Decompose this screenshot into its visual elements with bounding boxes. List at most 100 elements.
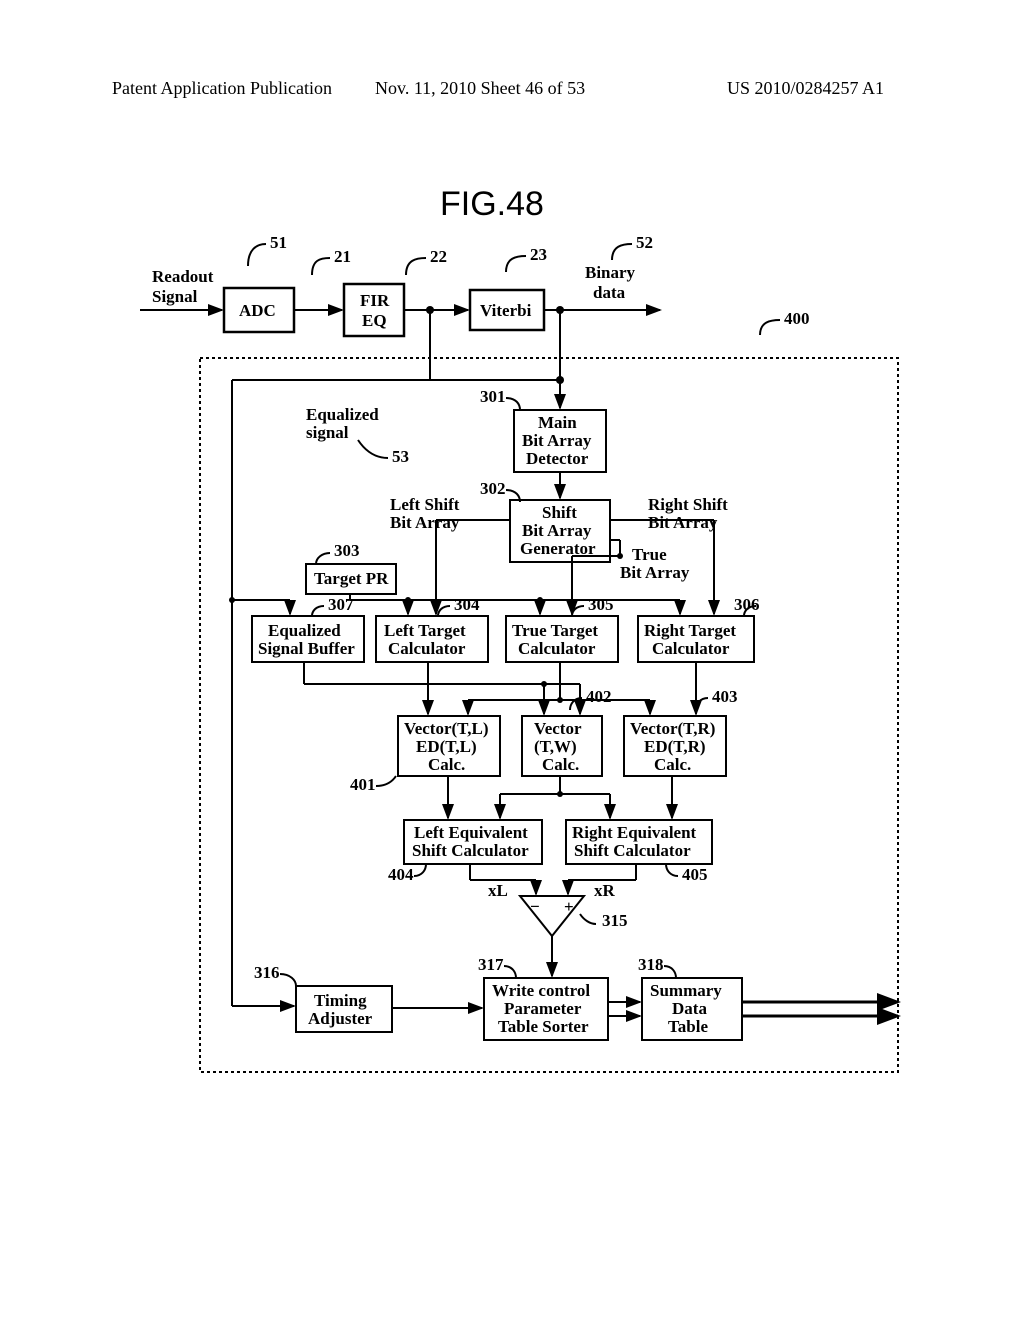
- viterbi-text: Viterbi: [480, 301, 532, 320]
- ref-318: 318: [638, 955, 664, 974]
- ref-53: 53: [392, 447, 409, 466]
- b401-l2: ED(T,L): [416, 737, 477, 756]
- ref52-leader: [612, 244, 632, 260]
- diagram-svg: Readout Signal ADC FIR EQ Viterbi Binary…: [0, 0, 1024, 1320]
- b317-l1: Write control: [492, 981, 590, 1000]
- b318-l2: Data: [672, 999, 707, 1018]
- ref-316: 316: [254, 963, 280, 982]
- ref-51: 51: [270, 233, 287, 252]
- adc-text: ADC: [239, 301, 276, 320]
- ref-306: 306: [734, 595, 760, 614]
- b404-l1: Left Equivalent: [414, 823, 528, 842]
- b301-l2: Bit Array: [522, 431, 592, 450]
- b403-l2: ED(T,R): [644, 737, 706, 756]
- binary-l2: data: [593, 283, 626, 302]
- b401-l3: Calc.: [428, 755, 465, 774]
- b404-l2: Shift Calculator: [412, 841, 529, 860]
- b401-l1: Vector(T,L): [404, 719, 489, 738]
- ref-303: 303: [334, 541, 360, 560]
- true-l2: Bit Array: [620, 563, 690, 582]
- ref-404: 404: [388, 865, 414, 884]
- b317-l3: Table Sorter: [498, 1017, 589, 1036]
- b403-l1: Vector(T,R): [630, 719, 715, 738]
- eq-sig-l2: signal: [306, 423, 349, 442]
- fir-l2: EQ: [362, 311, 387, 330]
- b402-l2: (T,W): [534, 737, 577, 756]
- b402-l1: Vector: [534, 719, 582, 738]
- b301-l3: Detector: [526, 449, 589, 468]
- tpr-dot1: [405, 597, 411, 603]
- ref318-leader: [664, 966, 676, 978]
- ref401-leader: [376, 776, 396, 786]
- b302-l1: Shift: [542, 503, 577, 522]
- ref-302: 302: [480, 479, 506, 498]
- ref-304: 304: [454, 595, 480, 614]
- ref-21: 21: [334, 247, 351, 266]
- b304-l2: Calculator: [388, 639, 466, 658]
- b305-l1: True Target: [512, 621, 598, 640]
- b307-l2: Signal Buffer: [258, 639, 355, 658]
- b317-l2: Parameter: [504, 999, 582, 1018]
- b301-l1: Main: [538, 413, 577, 432]
- 305-split-dot: [557, 697, 563, 703]
- lshift-l1: Left Shift: [390, 495, 460, 514]
- ref53-leader: [358, 440, 388, 458]
- b304-l1: Left Target: [384, 621, 466, 640]
- ref307-leader: [312, 606, 324, 616]
- ref400-leader: [760, 320, 780, 335]
- xR-label: xR: [594, 881, 616, 900]
- b318-l1: Summary: [650, 981, 722, 1000]
- ref-315: 315: [602, 911, 628, 930]
- ref305-leader: [572, 606, 584, 616]
- b318-l3: Table: [668, 1017, 708, 1036]
- eqbus-dot: [229, 597, 235, 603]
- ref301-leader: [506, 398, 520, 410]
- b302-l2: Bit Array: [522, 521, 592, 540]
- readout-signal-label-1: Readout: [152, 267, 214, 286]
- ref-405: 405: [682, 865, 708, 884]
- ref405-leader: [666, 864, 678, 876]
- 307-dot: [541, 681, 547, 687]
- ref-52: 52: [636, 233, 653, 252]
- fir-l1: FIR: [360, 291, 390, 310]
- ref21-leader: [312, 258, 330, 275]
- ref22-leader: [406, 258, 426, 275]
- b305-l2: Calculator: [518, 639, 596, 658]
- binary-l1: Binary: [585, 263, 636, 282]
- b306-l1: Right Target: [644, 621, 736, 640]
- ref-401: 401: [350, 775, 376, 794]
- readout-signal-label-2: Signal: [152, 287, 198, 306]
- lshift-l2: Bit Array: [390, 513, 460, 532]
- ref-22: 22: [430, 247, 447, 266]
- ref315-leader: [580, 914, 596, 924]
- rshift-l1: Right Shift: [648, 495, 728, 514]
- ref404-leader: [414, 864, 426, 876]
- ref-403: 403: [712, 687, 738, 706]
- ref-402: 402: [586, 687, 612, 706]
- b303-t: Target PR: [314, 569, 389, 588]
- ref303-leader: [316, 553, 330, 564]
- ref51-leader: [248, 244, 266, 266]
- eq-sig-l1: Equalized: [306, 405, 379, 424]
- ref304-leader: [438, 606, 450, 616]
- xL-label: xL: [488, 881, 508, 900]
- tpr-dot2: [537, 597, 543, 603]
- ref403-leader: [696, 698, 708, 710]
- ref316-leader: [280, 974, 296, 986]
- plus: +: [564, 897, 574, 916]
- ref-305: 305: [588, 595, 614, 614]
- ref317-leader: [504, 966, 516, 978]
- true-l1: True: [632, 545, 667, 564]
- ref-23: 23: [530, 245, 547, 264]
- ref-400: 400: [784, 309, 810, 328]
- b307-l1: Equalized: [268, 621, 341, 640]
- b316-l1: Timing: [314, 991, 367, 1010]
- 302-true-dot: [617, 553, 623, 559]
- ref-301: 301: [480, 387, 506, 406]
- b316-l2: Adjuster: [308, 1009, 373, 1028]
- ref-317: 317: [478, 955, 504, 974]
- b402-l3: Calc.: [542, 755, 579, 774]
- b403-l3: Calc.: [654, 755, 691, 774]
- b405-l1: Right Equivalent: [572, 823, 697, 842]
- ref23-leader: [506, 256, 526, 272]
